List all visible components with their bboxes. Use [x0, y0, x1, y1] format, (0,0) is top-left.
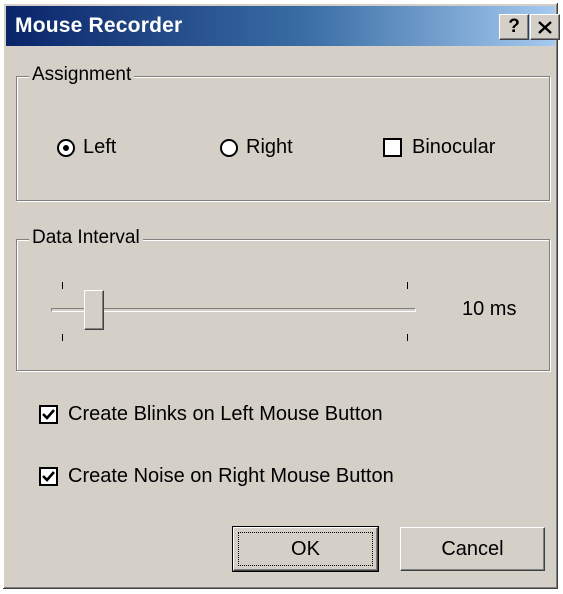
close-icon [538, 20, 552, 34]
radio-right-indicator[interactable] [220, 138, 238, 157]
create-noise-label: Create Noise on Right Mouse Button [68, 465, 394, 487]
assignment-legend: Assignment [29, 64, 135, 86]
checkmark-icon [42, 471, 55, 482]
radio-left-indicator[interactable] [57, 138, 75, 157]
radio-right[interactable]: Right [220, 136, 293, 159]
slider-tick-top-max [407, 282, 408, 289]
data-interval-group: Data Interval 10 ms [16, 227, 550, 371]
slider-tick-bottom-max [407, 334, 408, 341]
assignment-group: Assignment Left Right Binocular [16, 64, 550, 201]
title-bar[interactable]: Mouse Recorder ? [6, 6, 560, 46]
binocular-label: Binocular [412, 136, 496, 158]
data-interval-value: 10 ms [462, 298, 517, 320]
close-button[interactable] [530, 14, 560, 40]
mouse-recorder-dialog: Mouse Recorder ? Assignment Left Right B… [2, 2, 560, 590]
create-blinks-option[interactable]: Create Blinks on Left Mouse Button [39, 403, 383, 426]
binocular-checkbox[interactable]: Binocular [383, 136, 495, 159]
binocular-checkbox-box[interactable] [383, 138, 402, 157]
create-blinks-checkbox[interactable] [39, 405, 58, 424]
ok-button[interactable]: OK [232, 526, 379, 572]
radio-left-label: Left [83, 136, 117, 158]
radio-left[interactable]: Left [57, 136, 116, 159]
cancel-button[interactable]: Cancel [400, 527, 545, 571]
radio-right-label: Right [246, 136, 293, 158]
data-interval-legend: Data Interval [29, 227, 143, 249]
slider-tick-top-min [62, 282, 63, 289]
cancel-button-label: Cancel [441, 537, 504, 560]
focus-rectangle [238, 532, 373, 566]
slider-tick-bottom-min [62, 334, 63, 341]
help-icon: ? [508, 16, 520, 37]
create-noise-option[interactable]: Create Noise on Right Mouse Button [39, 465, 394, 488]
data-interval-slider-thumb[interactable] [84, 290, 104, 330]
create-blinks-label: Create Blinks on Left Mouse Button [68, 403, 383, 425]
checkmark-icon [42, 409, 55, 420]
create-noise-checkbox[interactable] [39, 467, 58, 486]
help-button[interactable]: ? [499, 14, 529, 40]
data-interval-slider-track[interactable] [51, 308, 416, 312]
window-title: Mouse Recorder [15, 14, 183, 37]
